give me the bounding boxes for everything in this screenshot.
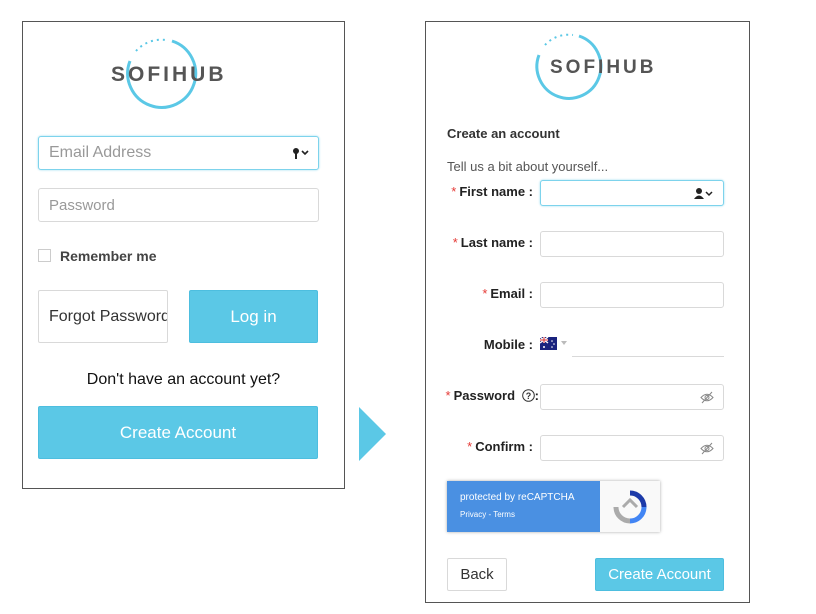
required-mark: * <box>482 286 488 301</box>
password-field[interactable] <box>38 188 319 222</box>
australia-flag-icon[interactable] <box>539 336 557 350</box>
recaptcha-text-panel: protected by reCAPTCHA Privacy - Terms <box>447 481 600 532</box>
no-account-text: Don't have an account yet? <box>86 371 281 388</box>
confirm-input[interactable] <box>541 436 723 460</box>
recaptcha-logo-icon <box>612 489 648 525</box>
signup-create-account-label: Create Account <box>608 566 711 583</box>
contact-card-icon[interactable] <box>694 187 714 200</box>
last-name-input[interactable] <box>541 232 723 256</box>
required-mark: * <box>452 235 458 250</box>
eye-off-icon[interactable] <box>700 442 714 455</box>
signup-email-input[interactable] <box>541 283 723 307</box>
mobile-input[interactable] <box>572 331 728 358</box>
signup-heading: Create an account <box>447 126 560 141</box>
login-button[interactable]: Log in <box>189 290 318 343</box>
login-label: Log in <box>230 306 277 326</box>
recaptcha-badge[interactable]: protected by reCAPTCHA Privacy - Terms <box>447 481 660 532</box>
signup-panel: SOFIHUB Create an account Tell us a bit … <box>425 21 750 603</box>
password-input[interactable] <box>39 189 318 221</box>
mobile-field[interactable] <box>572 331 728 358</box>
next-arrow <box>359 407 386 461</box>
email-label: * Email : <box>482 286 533 301</box>
recaptcha-title: protected by reCAPTCHA <box>460 492 575 503</box>
required-mark: * <box>445 388 451 403</box>
signup-password-label: * Password ? : <box>445 388 539 405</box>
remember-checkbox[interactable] <box>38 249 51 262</box>
recaptcha-links[interactable]: Privacy - Terms <box>460 510 515 519</box>
first-name-field[interactable] <box>540 180 724 206</box>
svg-text:?: ? <box>525 391 531 401</box>
create-account-button[interactable]: Create Account <box>38 406 318 459</box>
remember-label: Remember me <box>60 248 157 264</box>
sofihub-logo: SOFIHUB <box>108 36 258 112</box>
last-name-label: * Last name : <box>452 235 533 250</box>
back-button[interactable]: Back <box>447 558 507 591</box>
forgot-password-label: Forgot Password <box>49 307 168 325</box>
required-mark: * <box>451 184 457 199</box>
signup-email-field[interactable] <box>540 282 724 308</box>
confirm-field[interactable] <box>540 435 724 461</box>
first-name-label: * First name : <box>451 184 533 199</box>
mobile-label: Mobile : <box>483 337 533 352</box>
logo-text-small: SOFIHUB <box>550 57 657 78</box>
last-name-field[interactable] <box>540 231 724 257</box>
email-input[interactable] <box>39 137 318 169</box>
back-label: Back <box>460 566 494 583</box>
signup-password-field[interactable] <box>540 384 724 410</box>
logo-text: SOFIHUB <box>111 63 227 86</box>
confirm-label: * Confirm : <box>467 439 533 454</box>
create-account-label: Create Account <box>119 422 237 442</box>
signup-create-account-button[interactable]: Create Account <box>595 558 724 591</box>
sofihub-logo-small: SOFIHUB <box>519 31 659 103</box>
login-panel: SOFIHUB Remember me Forgot Password Log … <box>22 21 345 489</box>
required-mark: * <box>467 439 473 454</box>
signup-password-input[interactable] <box>541 385 723 409</box>
country-dropdown-icon[interactable] <box>561 341 567 345</box>
help-circle-icon[interactable]: ? <box>521 389 535 405</box>
forgot-password-button[interactable]: Forgot Password <box>38 290 168 343</box>
key-icon[interactable] <box>292 145 310 161</box>
email-field[interactable] <box>38 136 319 170</box>
signup-subheading: Tell us a bit about yourself... <box>447 159 609 174</box>
eye-off-icon[interactable] <box>700 391 714 404</box>
